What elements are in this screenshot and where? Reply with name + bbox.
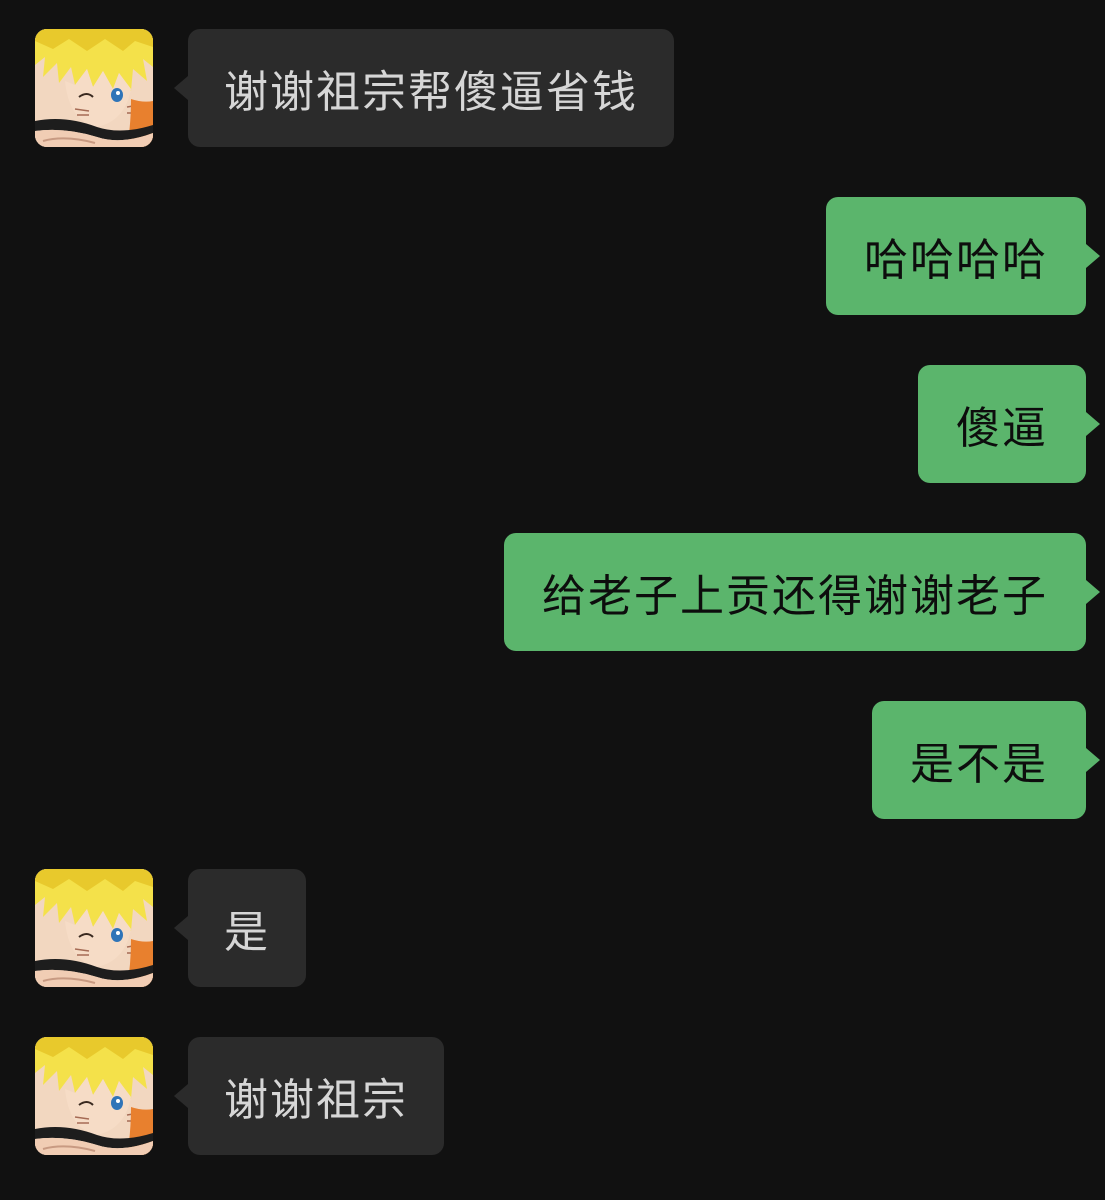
message-bubble-outgoing[interactable]: 是不是 [872,701,1100,819]
message-row-outgoing: 傻逼 [0,365,1105,483]
contact-avatar[interactable] [35,1037,153,1155]
contact-avatar[interactable] [35,29,153,147]
anime-boy-avatar-icon [35,869,153,987]
message-text: 是 [224,907,270,958]
chat-screen: { "colors": { "background": "#111111", "… [0,0,1105,1200]
message-text: 谢谢祖宗帮傻逼省钱 [224,67,638,118]
message-text: 是不是 [910,739,1048,790]
message-row-incoming: 谢谢祖宗 [0,1037,1105,1155]
message-row-outgoing: 哈哈哈哈 [0,197,1105,315]
message-bubble-incoming[interactable]: 是 [174,869,306,987]
message-text: 傻逼 [956,403,1048,454]
message-bubble-outgoing[interactable]: 傻逼 [918,365,1100,483]
message-row-incoming: 谢谢祖宗帮傻逼省钱 [0,29,1105,147]
anime-boy-avatar-icon [35,1037,153,1155]
message-bubble-incoming[interactable]: 谢谢祖宗帮傻逼省钱 [174,29,674,147]
contact-avatar[interactable] [35,869,153,987]
message-bubble-outgoing[interactable]: 哈哈哈哈 [826,197,1100,315]
message-bubble-incoming[interactable]: 谢谢祖宗 [174,1037,444,1155]
message-text: 哈哈哈哈 [864,235,1048,286]
message-text: 给老子上贡还得谢谢老子 [542,571,1048,622]
message-text: 谢谢祖宗 [224,1075,408,1126]
message-bubble-outgoing[interactable]: 给老子上贡还得谢谢老子 [504,533,1100,651]
message-row-outgoing: 是不是 [0,701,1105,819]
message-row-incoming: 是 [0,869,1105,987]
anime-boy-avatar-icon [35,29,153,147]
message-row-outgoing: 给老子上贡还得谢谢老子 [0,533,1105,651]
